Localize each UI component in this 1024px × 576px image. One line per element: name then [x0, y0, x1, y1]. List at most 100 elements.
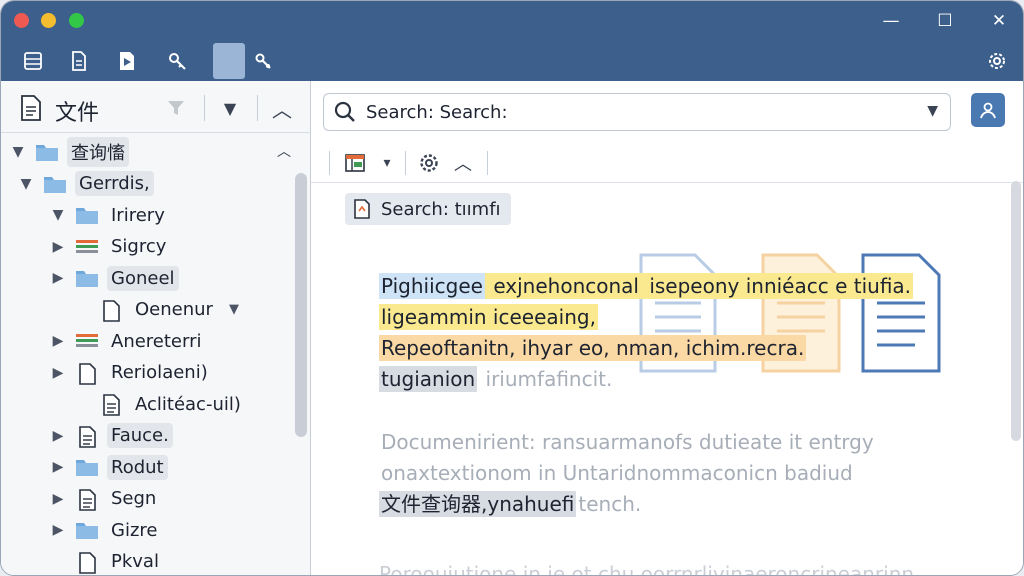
chevron-up-icon: ︿ [272, 97, 292, 122]
folder-icon [75, 268, 99, 288]
file-text-icon [75, 425, 99, 448]
key-button[interactable] [161, 45, 193, 77]
text-segment: onaxtextionom in Untaridnommaconicn badi… [381, 461, 853, 485]
tree-item[interactable]: ▼ Irirery [49, 200, 169, 230]
sidebar: 文件 ▼ ︿ ▼ 查询慉 ▼ Gerrdis, ▼ Irirery ▶ Sigrcy ▶ Gone… [1, 81, 311, 576]
chevron-down-icon[interactable]: ▼ [9, 144, 27, 160]
options-button[interactable] [415, 149, 443, 177]
chevron-right-icon[interactable]: ▶ [49, 491, 67, 507]
tree-item-label: Fauce. [107, 423, 173, 448]
tree-item[interactable]: Pkval [49, 547, 163, 576]
tree-item[interactable]: Aclitéac-uil) [73, 389, 245, 419]
tree-item[interactable]: ▶ Sigrcy [49, 232, 170, 262]
filter-button[interactable] [163, 95, 189, 121]
dropdown-button[interactable]: ▼ [217, 95, 243, 121]
tree-item-label: Sigrcy [111, 236, 167, 257]
tree-item-label: Anereterri [111, 330, 202, 352]
tree-item-label: Aclitéac-uil) [135, 393, 241, 415]
settings-button[interactable] [981, 45, 1013, 77]
tree-item[interactable]: ▼ 查询慉 [9, 137, 129, 167]
main-scrollbar[interactable] [1011, 181, 1021, 441]
play-icon [120, 52, 134, 70]
chevron-right-icon[interactable]: ▶ [49, 365, 67, 381]
chevron-right-icon[interactable]: ▶ [49, 459, 67, 475]
stack-icon [75, 331, 99, 351]
text-segment: 文件查询器,ynahuefi [379, 491, 577, 517]
file-text-icon [75, 488, 99, 511]
chevron-down-icon[interactable]: ▼ [17, 176, 35, 192]
chevron-up-icon[interactable]: ︿ [277, 141, 291, 161]
toolbar-separator [487, 151, 488, 175]
zoom-traffic-light[interactable] [69, 13, 84, 28]
list-button[interactable] [17, 45, 49, 77]
search-icon [334, 101, 355, 122]
search-result-chip[interactable]: Search: tıımfı [345, 193, 511, 225]
wrench-icon [255, 53, 271, 69]
document-button[interactable] [63, 45, 95, 77]
folder-icon [35, 142, 59, 162]
filter-icon [168, 101, 184, 115]
tree-item[interactable]: ▶ Gizre [49, 515, 161, 545]
search-input[interactable]: Search: Search: ▼ [323, 93, 951, 131]
tree-item[interactable]: Oenenur ▼ [73, 295, 239, 325]
layout-button[interactable] [341, 149, 369, 177]
search-file-icon [354, 199, 370, 219]
close-traffic-light[interactable] [14, 13, 29, 28]
header-separator [204, 95, 205, 121]
faded-text-line: Poroouiutione in ie ot chu oorrnrlivinae… [379, 562, 915, 576]
chevron-down-icon[interactable]: ▼ [229, 302, 239, 317]
result-paragraph: Pighiicgee exjnehonconal isepeony inniéa… [379, 271, 914, 395]
chevron-down-icon[interactable]: ▼ [49, 207, 67, 223]
text-line: ligeammin iceeeaing, [379, 302, 913, 333]
tree-item[interactable]: ▶ Rodut [49, 452, 168, 482]
minimize-traffic-light[interactable] [41, 13, 56, 28]
text-line: Repeoftanitn, ihyar eo, nman, ichim.recr… [379, 333, 913, 364]
result-paragraph-2: Documenirient: ransuarmanofs dutieate it… [379, 427, 876, 520]
chevron-up-icon[interactable]: ︿ [451, 149, 475, 177]
file-icon [75, 362, 99, 385]
tree-item-label: Pkval [111, 551, 159, 572]
tree-item[interactable]: ▶ Segn [49, 484, 160, 514]
file-icon [99, 299, 123, 322]
layout-dropdown[interactable]: ▾ [377, 149, 397, 177]
sidebar-scrollbar[interactable] [295, 173, 307, 437]
collapse-button[interactable]: ︿ [269, 95, 295, 122]
tree-item-label: Goneel [107, 265, 179, 291]
search-text: Search: Search: [366, 101, 508, 123]
tree-item-label: Segn [111, 488, 157, 509]
text-segment: Documenirient: ransuarmanofs dutieate it… [381, 430, 874, 454]
user-icon [980, 102, 996, 119]
tree-item[interactable]: ▼ Gerrdis, [17, 169, 154, 199]
chevron-down-icon: ▼ [223, 98, 237, 118]
active-tab-button[interactable] [213, 43, 245, 79]
folder-icon [75, 205, 99, 225]
close-icon[interactable]: ✕ [987, 9, 1011, 33]
user-button[interactable] [971, 93, 1005, 127]
preview-button[interactable] [111, 45, 143, 77]
text-segment: ligeammin iceeeaing, [379, 304, 598, 330]
chevron-right-icon[interactable]: ▶ [49, 270, 67, 286]
gear-icon [989, 53, 1005, 69]
toolbar-separator [329, 151, 330, 175]
tree-item[interactable]: ▶ Anereterri [49, 326, 206, 356]
folder-icon [75, 520, 99, 540]
file-icon [75, 551, 99, 574]
tree-item[interactable]: ▶ Reriolaeni) [49, 358, 212, 388]
tree-item-label: 查询慉 [67, 137, 129, 167]
chevron-down-icon[interactable]: ▼ [927, 103, 938, 119]
chevron-right-icon[interactable]: ▶ [49, 522, 67, 538]
tree-item[interactable]: ▶ Goneel [49, 263, 179, 293]
text-segment: tench. [578, 492, 642, 516]
tree-item-label: Gizre [111, 519, 158, 541]
text-segment: iriumfafincit. [479, 367, 613, 391]
tools-button[interactable] [247, 45, 279, 77]
text-line: tugianion iriumfafincit. [379, 364, 913, 395]
maximize-icon[interactable]: ☐ [933, 9, 957, 33]
tree-item[interactable]: ▶ Fauce. [49, 421, 173, 451]
chevron-right-icon[interactable]: ▶ [49, 428, 67, 444]
minimize-icon[interactable]: — [879, 9, 903, 33]
chevron-right-icon[interactable]: ▶ [49, 239, 67, 255]
tree-item-label: Gerrdis, [75, 171, 154, 196]
chevron-right-icon[interactable]: ▶ [49, 333, 67, 349]
key-icon [169, 53, 186, 70]
